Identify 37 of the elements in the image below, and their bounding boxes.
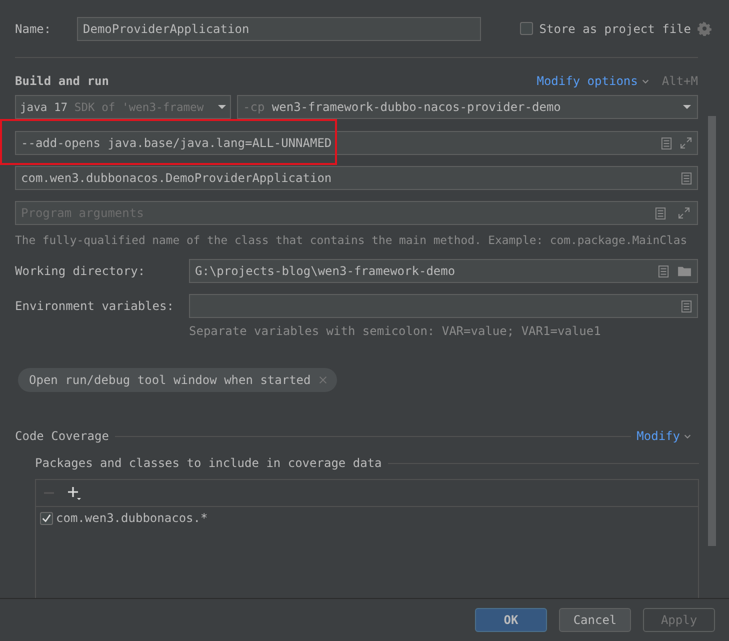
close-icon[interactable] <box>318 376 327 384</box>
caret-icon[interactable] <box>217 102 227 112</box>
vm-options-field[interactable]: --add-opens java.base/java.lang=ALL-UNNAMED <box>15 131 698 155</box>
document-icon[interactable] <box>661 136 672 150</box>
expand-icon[interactable] <box>678 207 690 219</box>
add-icon[interactable] <box>66 485 82 501</box>
dialog-button[interactable]: Cancel <box>559 608 631 632</box>
document-icon[interactable] <box>655 207 666 220</box>
modify-options-link[interactable]: Modify options <box>536 74 650 88</box>
shortcut-text: Alt+M <box>662 74 698 88</box>
subsection-title: Packages and classes to include in coverage data <box>35 456 382 470</box>
main-class-field[interactable]: com.wen3.dubbonacos.DemoProviderApplication <box>15 166 698 190</box>
hint-text: The fully-qualified name of the class that contains the main method. Example: com.package.MainClas <box>15 233 688 247</box>
dialog-button[interactable]: OK <box>475 608 547 632</box>
folder-icon[interactable] <box>677 265 692 277</box>
gear-icon[interactable] <box>697 21 712 36</box>
document-icon[interactable] <box>681 300 692 312</box>
option-chip[interactable]: Open run/debug tool window when started <box>18 368 337 392</box>
name-field[interactable]: DemoProviderApplication <box>77 16 481 40</box>
section-title: Build and run <box>15 74 109 88</box>
working-directory-field[interactable]: G:\projects-blog\wen3-framework-demo <box>189 259 698 283</box>
section-title: Code Coverage <box>15 429 109 443</box>
store-as-project-file-checkbox[interactable]: Store as project file <box>520 22 691 36</box>
environment-variables-label: Environment variables: <box>15 299 175 313</box>
package-item[interactable]: com.wen3.dubbonacos.* <box>56 511 208 525</box>
scrollbar[interactable] <box>708 116 716 546</box>
expand-icon[interactable] <box>680 137 692 149</box>
environment-variables-field[interactable] <box>189 294 698 318</box>
document-icon[interactable] <box>658 264 669 278</box>
working-directory-label: Working directory: <box>15 264 146 278</box>
caret-icon[interactable] <box>682 102 692 112</box>
document-icon[interactable] <box>681 172 692 184</box>
hint-text: Separate variables with semicolon: VAR=value; VAR1=value1 <box>189 324 602 338</box>
modify-link[interactable]: Modify <box>636 429 692 443</box>
checkbox[interactable] <box>520 22 534 35</box>
checkbox[interactable] <box>40 512 53 524</box>
name-label: Name: <box>15 22 52 36</box>
